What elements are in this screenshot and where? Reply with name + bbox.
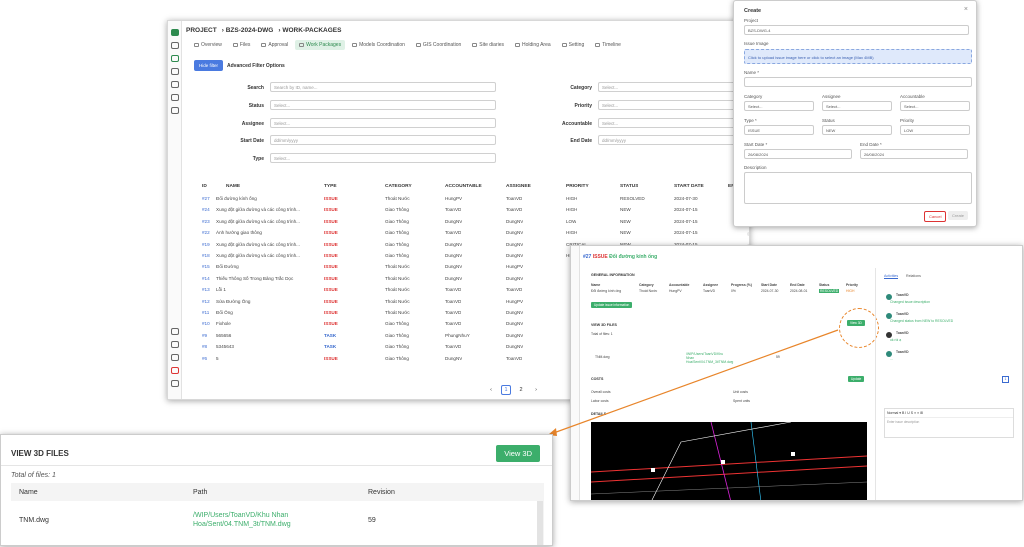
view3d-button[interactable]: View 3D [496, 445, 540, 462]
divider [1, 465, 552, 466]
view3d-heading: VIEW 3D FILES [11, 449, 69, 458]
files-table: Name Path Revision TNM.dwg /WIP/Users/To… [11, 483, 544, 545]
col-file-name: Name [19, 489, 38, 496]
total-files-label: Total of files: 1 [11, 472, 56, 479]
col-file-revision: Revision [368, 489, 395, 496]
scrollbar[interactable] [537, 501, 543, 545]
file-name[interactable]: TNM.dwg [19, 517, 49, 524]
file-revision: 59 [368, 517, 376, 524]
file-path-link[interactable]: /WIP/Users/ToanVD/Khu Nhan Hoa/Sent/04.T… [193, 511, 303, 529]
view3d-zoom-panel: VIEW 3D FILES View 3D Total of files: 1 … [0, 434, 553, 546]
table-row[interactable]: TNM.dwg /WIP/Users/ToanVD/Khu Nhan Hoa/S… [11, 501, 537, 545]
col-file-path: Path [193, 489, 208, 496]
